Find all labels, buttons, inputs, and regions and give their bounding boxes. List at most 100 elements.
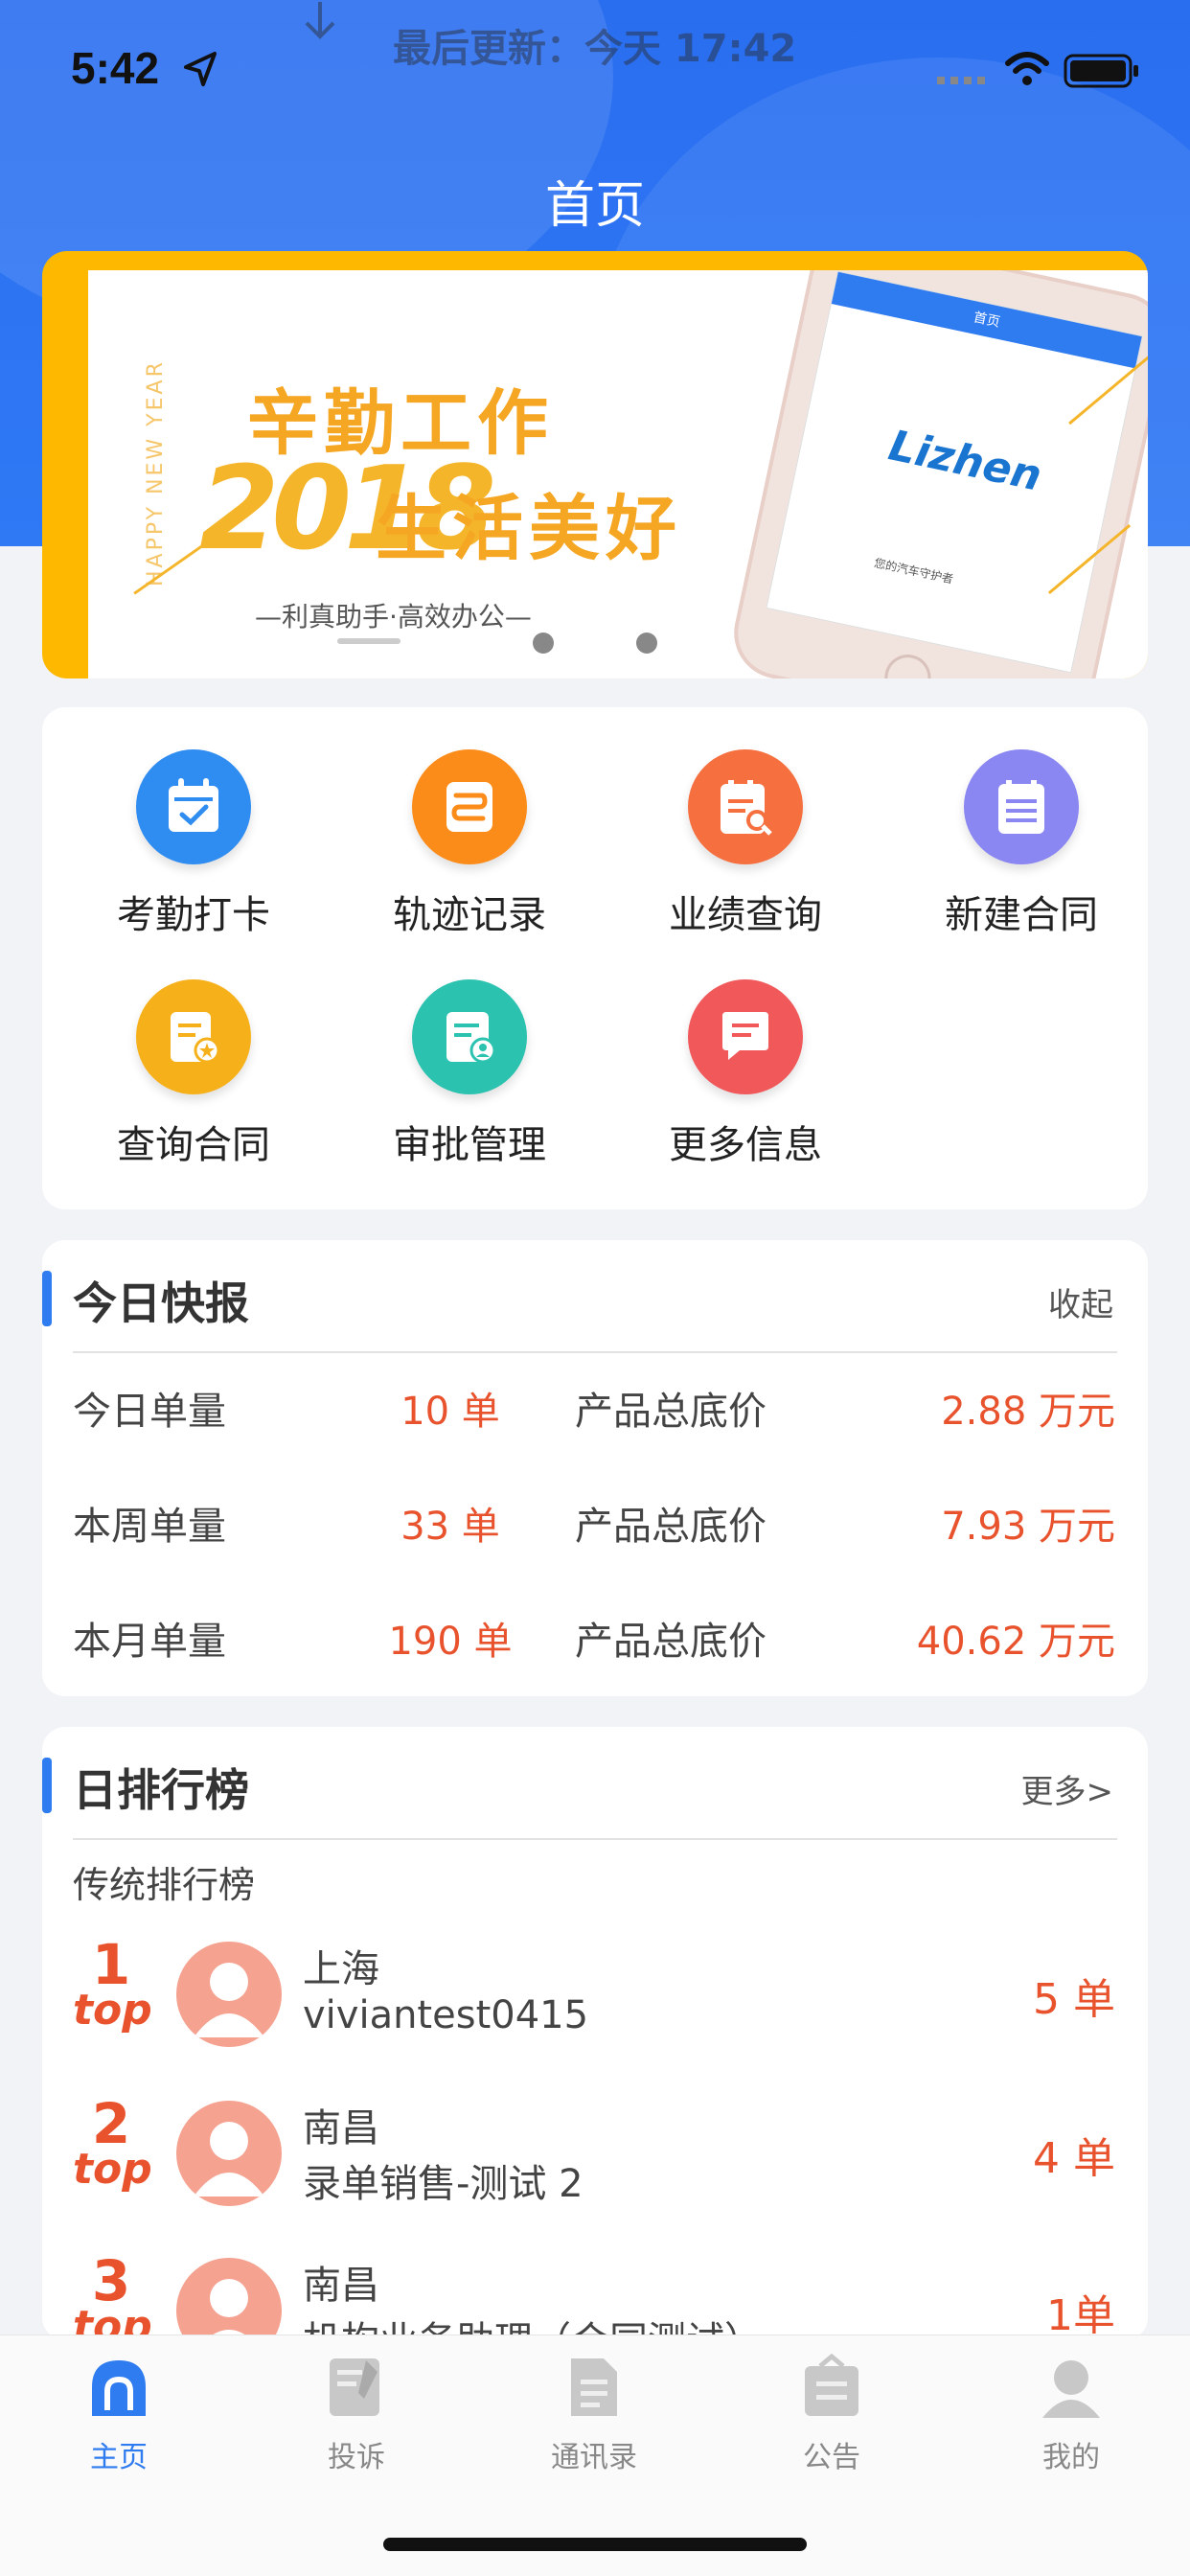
message-icon	[688, 979, 803, 1094]
report-price-label: 产品总底价	[575, 1390, 767, 1434]
grid-item-query-contract[interactable]: 查询合同	[69, 979, 318, 1169]
grid-label: 考勤打卡	[117, 893, 270, 937]
phone-screen: 首页 Lizhen 您的汽车守护者	[766, 270, 1143, 674]
report-row: 本周单量 33 单 产品总底价 7.93 万元	[42, 1495, 1148, 1572]
feature-grid: 考勤打卡 轨迹记录 业绩查询 新建合同 查询合同 审批管理 更多信息	[42, 707, 1148, 1209]
announcement-icon	[797, 2353, 866, 2422]
report-label: 本月单量	[73, 1620, 226, 1664]
tab-announcement[interactable]: 公告	[713, 2353, 950, 2475]
report-search-icon	[688, 749, 803, 864]
tab-label: 主页	[90, 2441, 148, 2474]
grid-item-performance[interactable]: 业绩查询	[621, 749, 870, 939]
grid-item-attendance[interactable]: 考勤打卡	[69, 749, 318, 939]
tab-contacts[interactable]: 通讯录	[475, 2353, 713, 2475]
section-accent	[42, 1758, 52, 1813]
report-price: 7.93 万元	[941, 1505, 1115, 1549]
report-row: 今日单量 10 单 产品总底价 2.88 万元	[42, 1380, 1148, 1457]
approval-doc-icon	[412, 979, 527, 1094]
collapse-button[interactable]: 收起	[1048, 1278, 1113, 1325]
daily-ranking-card: 日排行榜 更多> 传统排行榜 1 top 上海 viviantest0415 5…	[42, 1727, 1148, 2340]
rank-top-label: top	[73, 1986, 152, 2035]
grid-label: 业绩查询	[669, 893, 822, 937]
location-arrow-icon	[184, 52, 217, 86]
cellular-signal-icon	[937, 77, 985, 84]
complaint-icon	[322, 2353, 391, 2422]
ranking-row[interactable]: 1 top 上海 viviantest0415 5 单	[42, 1932, 1148, 2076]
grid-label: 新建合同	[945, 893, 1098, 937]
banner-image: HAPPY NEW YEAR 辛勤工作 2018 生活美好 —利真助手·高效办公…	[88, 270, 1148, 678]
report-price-label: 产品总底价	[575, 1505, 767, 1549]
pull-down-arrow-icon	[305, 2, 335, 39]
grid-item-track[interactable]: 轨迹记录	[345, 749, 594, 939]
rank-name: 录单销售-测试 2	[303, 2162, 584, 2206]
ranking-subtitle: 传统排行榜	[73, 1864, 256, 1906]
divider	[73, 1351, 1117, 1353]
report-count: 33 单	[400, 1505, 500, 1549]
wifi-icon	[1005, 52, 1049, 85]
report-row: 本月单量 190 单 产品总底价 40.62 万元	[42, 1610, 1148, 1687]
avatar	[176, 1942, 282, 2047]
status-bar: 5:42 最后更新：今天 17:42	[0, 0, 1190, 134]
report-price: 2.88 万元	[941, 1390, 1115, 1434]
tab-label: 公告	[803, 2441, 860, 2474]
tab-complaint[interactable]: 投诉	[238, 2353, 475, 2475]
grid-item-new-contract[interactable]: 新建合同	[897, 749, 1146, 939]
more-button[interactable]: 更多>	[1021, 1765, 1114, 1812]
rank-name: viviantest0415	[303, 1993, 589, 2037]
lizhen-logo: Lizhen	[884, 421, 1046, 501]
report-price-label: 产品总底价	[575, 1620, 767, 1664]
promo-banner[interactable]: HAPPY NEW YEAR 辛勤工作 2018 生活美好 —利真助手·高效办公…	[42, 251, 1148, 678]
home-indicator[interactable]	[383, 2538, 807, 2551]
carousel-dot[interactable]	[533, 632, 554, 654]
rank-city: 南昌	[303, 2106, 379, 2150]
grid-label: 更多信息	[669, 1123, 822, 1167]
tab-profile[interactable]: 我的	[952, 2353, 1190, 2475]
battery-icon	[1064, 54, 1138, 88]
tab-home[interactable]: 主页	[0, 2353, 238, 2475]
ranking-row[interactable]: 3 top 南昌 机构业务助理（合同测试） 1单	[42, 2248, 1148, 2340]
avatar	[176, 2101, 282, 2206]
rank-city: 南昌	[303, 2264, 379, 2308]
carousel-indicator	[0, 632, 1190, 661]
grid-label: 审批管理	[393, 1123, 546, 1167]
section-title: 今日快报	[73, 1277, 249, 1329]
profile-icon	[1037, 2353, 1106, 2422]
section-header: 日排行榜 更多>	[42, 1727, 1148, 1840]
grid-item-approval[interactable]: 审批管理	[345, 979, 594, 1169]
report-count: 190 单	[388, 1620, 513, 1664]
report-label: 今日单量	[73, 1390, 226, 1434]
home-icon	[84, 2353, 153, 2422]
rank-city: 上海	[303, 1947, 379, 1991]
phone-slogan: 您的汽车守护者	[873, 556, 955, 586]
page-title: 首页	[544, 177, 645, 235]
tab-label: 通讯录	[551, 2441, 637, 2474]
tab-label: 我的	[1042, 2441, 1100, 2474]
rank-count: 4 单	[1033, 2134, 1115, 2183]
banner-vertical-text: HAPPY NEW YEAR	[144, 359, 168, 586]
contacts-icon	[560, 2353, 629, 2422]
report-label: 本周单量	[73, 1505, 226, 1549]
refresh-status-text: 最后更新：今天 17:42	[393, 27, 797, 71]
ranking-row[interactable]: 2 top 南昌 录单销售-测试 2 4 单	[42, 2091, 1148, 2235]
rank-count: 1单	[1046, 2291, 1115, 2340]
tab-label: 投诉	[328, 2441, 385, 2474]
contract-star-icon	[136, 979, 251, 1094]
route-icon	[412, 749, 527, 864]
grid-label: 查询合同	[117, 1123, 270, 1167]
list-doc-icon	[964, 749, 1079, 864]
grid-label: 轨迹记录	[393, 893, 546, 937]
banner-slogan: —利真助手·高效办公—	[255, 601, 532, 632]
banner-headline-2: 生活美好	[376, 488, 682, 570]
carousel-dot[interactable]	[636, 632, 657, 654]
status-time: 5:42	[71, 43, 160, 93]
report-count: 10 单	[400, 1390, 500, 1434]
section-accent	[42, 1271, 52, 1326]
rank-count: 5 单	[1033, 1975, 1115, 2024]
section-header: 今日快报 收起	[42, 1240, 1148, 1353]
rank-top-label: top	[73, 2145, 152, 2194]
grid-item-more-info[interactable]: 更多信息	[621, 979, 870, 1169]
phone-screen-title: 首页	[831, 271, 1142, 369]
carousel-line	[337, 638, 400, 644]
section-title: 日排行榜	[73, 1764, 249, 1816]
phone-illustration: 首页 Lizhen 您的汽车守护者	[725, 270, 1148, 678]
